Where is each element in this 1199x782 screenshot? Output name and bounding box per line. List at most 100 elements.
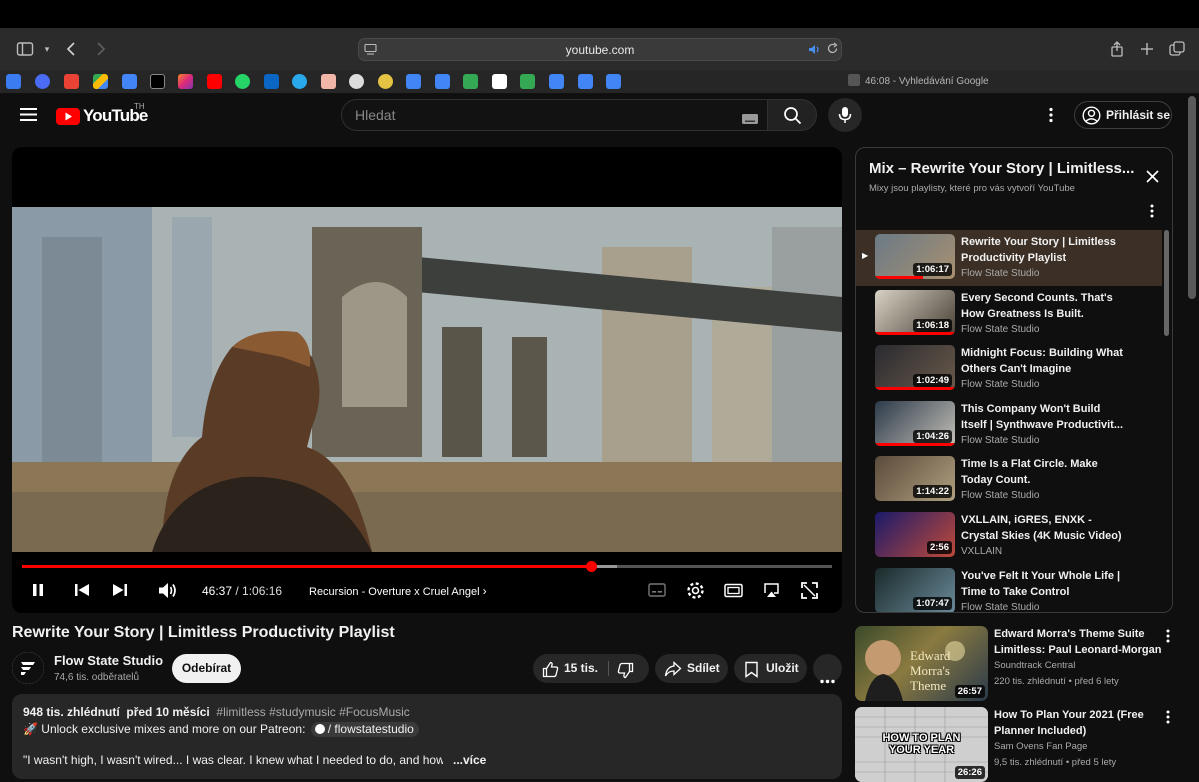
bookmark-app-icon[interactable] xyxy=(35,74,50,89)
watched-progress-bar xyxy=(875,331,955,335)
bookmark-linkedin-icon[interactable] xyxy=(264,74,279,89)
playlist-scrollbar[interactable] xyxy=(1164,230,1169,336)
bookmark-gmail-icon[interactable] xyxy=(64,74,79,89)
bookmark-docs2-icon[interactable] xyxy=(406,74,421,89)
bookmark-google-search[interactable]: 46:08 - Vyhledávání Google xyxy=(848,74,989,89)
playlist-title[interactable]: Mix – Rewrite Your Story | Limitless... xyxy=(869,160,1134,177)
playlist-thumbnail[interactable]: 1:07:47 xyxy=(875,567,955,612)
playlist-thumbnail[interactable]: 1:06:18 xyxy=(875,289,955,335)
bookmark-sheets-icon[interactable] xyxy=(463,74,478,89)
bookmark-notion-icon[interactable] xyxy=(492,74,507,89)
video-frame[interactable] xyxy=(12,207,842,552)
playlist-item[interactable]: 1:06:18 Every Second Counts. That's How G… xyxy=(856,286,1162,342)
playlist-thumbnail[interactable]: 1:04:26 xyxy=(875,400,955,446)
signin-button[interactable]: Přihlásit se xyxy=(1074,101,1172,129)
hashtags[interactable]: #limitless #studymusic #FocusMusic xyxy=(216,705,409,719)
tab-overview-icon[interactable] xyxy=(1168,40,1186,58)
hamburger-menu-icon[interactable] xyxy=(20,107,37,127)
cast-icon[interactable] xyxy=(762,582,781,604)
playlist-item[interactable]: 1:14:22 Time Is a Flat Circle. Make Today… xyxy=(856,452,1162,508)
bookmark-youtube-icon[interactable] xyxy=(207,74,222,89)
page-scrollbar[interactable] xyxy=(1188,96,1196,299)
share-button[interactable]: Sdílet xyxy=(655,654,728,683)
related-thumbnail[interactable]: Edward Morra's Theme 26:57 xyxy=(855,626,988,701)
channel-avatar[interactable] xyxy=(12,652,44,684)
like-icon[interactable] xyxy=(542,660,559,689)
playlist-thumbnail[interactable]: 1:06:17 xyxy=(875,234,955,279)
reload-icon[interactable] xyxy=(826,42,839,60)
voice-search-button[interactable] xyxy=(828,98,862,132)
related-title[interactable]: Edward Morra's Theme Suite Limitless: Pa… xyxy=(994,626,1162,658)
settings-more-icon[interactable] xyxy=(1048,106,1054,129)
related-thumbnail[interactable]: HOW TO PLAN YOUR YEAR 26:26 xyxy=(855,707,988,782)
video-player[interactable]: 46:37 / 1:06:16 Recursion - Overture x C… xyxy=(12,147,842,613)
share-icon[interactable] xyxy=(1108,40,1126,58)
bookmark-docs-icon[interactable] xyxy=(122,74,137,89)
forward-icon[interactable] xyxy=(91,40,109,58)
bookmark-whatsapp-icon[interactable] xyxy=(235,74,250,89)
bookmark-telegram-icon[interactable] xyxy=(292,74,307,89)
related-title[interactable]: How To Plan Your 2021 (Free Planner Incl… xyxy=(994,707,1162,739)
back-icon[interactable] xyxy=(63,40,81,58)
dislike-icon[interactable] xyxy=(617,661,634,690)
subtitles-icon[interactable] xyxy=(648,583,666,602)
audio-playing-icon[interactable] xyxy=(808,43,821,61)
volume-icon[interactable] xyxy=(158,582,178,604)
bookmark-docs3-icon[interactable] xyxy=(435,74,450,89)
related-video[interactable]: HOW TO PLAN YOUR YEAR 26:26 How To Plan … xyxy=(855,707,1185,782)
chapter-button[interactable]: Recursion - Overture x Cruel Angel › xyxy=(309,584,487,598)
new-tab-icon[interactable] xyxy=(1138,40,1156,58)
patreon-link[interactable]: / flowstatestudio xyxy=(310,722,419,737)
bookmark-instagram-icon[interactable] xyxy=(178,74,193,89)
playlist-item[interactable]: 1:07:47 You've Felt It Your Whole Life | … xyxy=(856,564,1162,612)
show-more-link[interactable]: ...více xyxy=(453,753,486,767)
next-icon[interactable] xyxy=(112,583,128,602)
bookmark-docs6-icon[interactable] xyxy=(606,74,621,89)
keyboard-icon[interactable] xyxy=(742,111,758,129)
fullscreen-icon[interactable] xyxy=(801,582,818,604)
playlist-thumbnail[interactable]: 2:56 xyxy=(875,512,955,557)
playlist-item[interactable]: 2:56 VXLLAIN, iGRES, ENXK - Crystal Skies… xyxy=(856,508,1162,564)
bookmark-x-icon[interactable] xyxy=(150,74,165,89)
google-icon xyxy=(848,74,860,86)
bookmark-finder-icon[interactable] xyxy=(6,74,21,89)
playlist-item[interactable]: ▶ 1:06:17 Rewrite Your Story | Limitless P… xyxy=(856,230,1162,286)
chevron-down-icon[interactable]: ▾ xyxy=(38,40,56,58)
playlist-thumbnail[interactable]: 1:14:22 xyxy=(875,456,955,502)
previous-icon[interactable] xyxy=(74,583,90,602)
related-channel[interactable]: Sam Ovens Fan Page xyxy=(994,741,1087,752)
more-actions-button[interactable] xyxy=(813,654,842,684)
search-button[interactable] xyxy=(767,99,817,131)
playlist-item-channel: VXLLAIN xyxy=(961,546,1003,557)
related-views: 9,5 tis. zhlédnutí xyxy=(994,757,1064,768)
bookmark-drive-icon[interactable] xyxy=(93,74,108,89)
playlist-thumbnail[interactable]: 1:02:49 xyxy=(875,345,955,391)
search-input[interactable]: Hledat xyxy=(341,99,768,131)
related-menu-icon[interactable] xyxy=(1165,628,1171,649)
bookmark-docs4-icon[interactable] xyxy=(549,74,564,89)
related-channel[interactable]: Soundtrack Central xyxy=(994,660,1075,671)
settings-gear-icon[interactable] xyxy=(686,581,705,605)
bookmark-chatgpt-icon[interactable] xyxy=(349,74,364,89)
progress-scrubber[interactable] xyxy=(586,561,598,572)
playlist-item[interactable]: 1:04:26 This Company Won't Build Itself |… xyxy=(856,397,1162,453)
save-button[interactable]: Uložit xyxy=(734,654,807,683)
related-video[interactable]: Edward Morra's Theme 26:57 Edward Morra'… xyxy=(855,626,1185,704)
close-icon[interactable] xyxy=(1146,170,1159,188)
like-count[interactable]: 15 tis. xyxy=(564,654,598,683)
playlist-menu-icon[interactable] xyxy=(1149,203,1155,224)
address-bar[interactable]: youtube.com xyxy=(358,38,842,61)
channel-name[interactable]: Flow State Studio xyxy=(54,653,163,668)
subscribe-button[interactable]: Odebírat xyxy=(172,654,241,683)
pause-icon[interactable] xyxy=(30,582,46,603)
bookmark-app2-icon[interactable] xyxy=(321,74,336,89)
bookmark-app3-icon[interactable] xyxy=(378,74,393,89)
sidebar-toggle-icon[interactable] xyxy=(16,40,34,58)
related-menu-icon[interactable] xyxy=(1165,709,1171,730)
theater-mode-icon[interactable] xyxy=(724,583,743,603)
description-box[interactable]: 948 tis. zhlédnutí před 10 měsíci #limit… xyxy=(12,694,842,779)
playlist-item[interactable]: 1:02:49 Midnight Focus: Building What Oth… xyxy=(856,341,1162,397)
bookmark-sheets2-icon[interactable] xyxy=(520,74,535,89)
playlist-item-channel: Flow State Studio xyxy=(961,379,1040,391)
bookmark-docs5-icon[interactable] xyxy=(578,74,593,89)
